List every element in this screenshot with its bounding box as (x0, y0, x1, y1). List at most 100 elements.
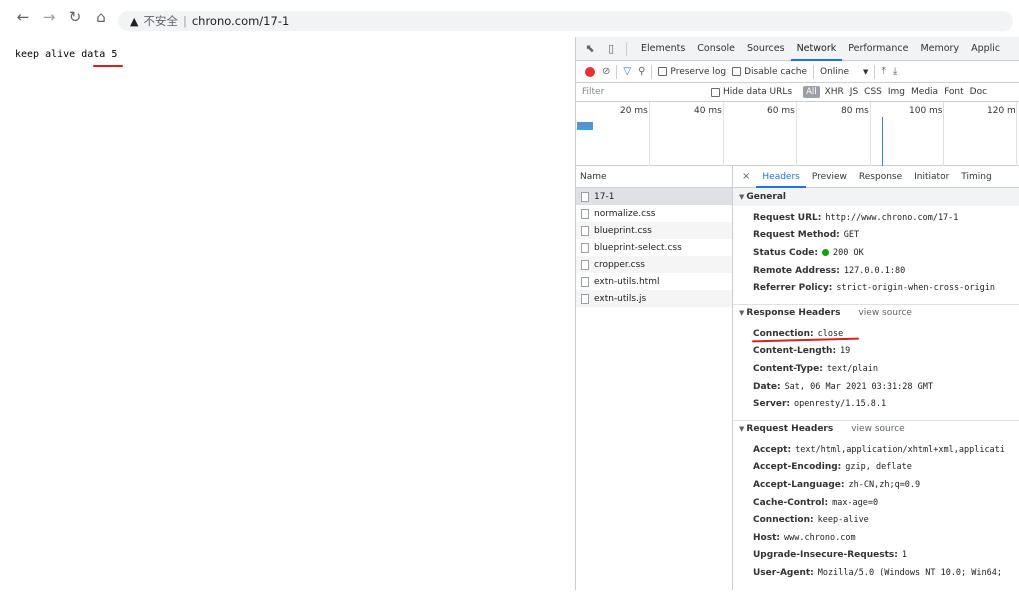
header-row: Request Method: GET (733, 227, 1019, 245)
clear-icon[interactable]: ⊘ (602, 66, 610, 77)
tab-network[interactable]: Network (790, 37, 843, 61)
tab-headers[interactable]: Headers (756, 166, 806, 188)
file-icon (581, 191, 589, 202)
tab-sources[interactable]: Sources (741, 37, 791, 61)
header-key: Connection: (753, 515, 814, 526)
checkbox-box[interactable] (711, 87, 720, 97)
header-row: Host: www.chrono.com (733, 529, 1019, 547)
tab-elements[interactable]: Elements (635, 37, 691, 61)
reload-icon[interactable]: ↻ (64, 6, 86, 28)
header-key: Accept: (753, 444, 792, 455)
device-toolbar-icon[interactable]: ▯ (604, 42, 618, 56)
header-row: Cache-Control: max-age=0 (733, 494, 1019, 512)
header-row: User-Agent: Mozilla/5.0 (Windows NT 10.0;… (733, 564, 1019, 582)
annotation-underline (93, 65, 123, 67)
tab-preview[interactable]: Preview (806, 166, 853, 188)
header-value: www.chrono.com (783, 532, 856, 543)
header-row: Accept: text/html,application/xhtml+xml,a… (733, 441, 1019, 459)
filter-type-media[interactable]: Media (911, 87, 938, 97)
detail-tab-bar: × Headers Preview Response Initiator Tim… (733, 166, 1019, 188)
disable-cache-checkbox[interactable]: Disable cache (732, 67, 807, 77)
timeline-tick-label: 40 ms (694, 106, 722, 116)
tab-response[interactable]: Response (853, 166, 908, 188)
header-value: http://www.chrono.com/17-1 (825, 212, 959, 223)
back-arrow-icon[interactable]: ← (12, 6, 34, 28)
header-row: Server: openresty/1.15.8.1 (733, 395, 1019, 413)
request-row[interactable]: normalize.css (576, 205, 732, 222)
network-controls: ⊘ ▽ ⚲ Preserve log Disable cache Online ▼… (576, 61, 1019, 83)
response-headers-section: Connection: close Content-Length: 19 Conte… (733, 322, 1019, 416)
request-row[interactable]: 17-1 (576, 188, 732, 205)
timeline-overview[interactable]: 20 ms 40 ms 60 ms 80 ms 100 ms 120 m (576, 102, 1019, 166)
request-row[interactable]: blueprint.css (576, 222, 732, 239)
tab-timing[interactable]: Timing (955, 166, 997, 188)
filter-type-all[interactable]: All (803, 86, 820, 98)
header-key: Remote Address: (753, 265, 840, 276)
filter-type-font[interactable]: Font (944, 87, 964, 97)
header-value: text/html,application/xhtml+xml,applicat… (795, 444, 1005, 455)
view-source-link[interactable]: view source (851, 424, 904, 434)
header-value: text/plain (826, 363, 878, 374)
chevron-down-icon: ▼ (863, 67, 869, 76)
export-har-icon[interactable]: ⤓ (893, 66, 897, 77)
throttle-select[interactable]: Online ▼ (820, 67, 868, 77)
tab-memory[interactable]: Memory (914, 37, 965, 61)
record-icon[interactable] (585, 66, 595, 77)
checkbox-box[interactable] (732, 67, 742, 76)
address-bar[interactable]: ▲ 不安全 | chrono.com/17-1 (118, 11, 1013, 31)
timeline-tick-label: 20 ms (620, 106, 648, 116)
close-icon[interactable]: × (742, 171, 750, 182)
preserve-log-label: Preserve log (670, 66, 727, 77)
filter-icon[interactable]: ▽ (623, 66, 631, 77)
hide-data-urls-checkbox[interactable]: Hide data URLs (711, 87, 792, 97)
tab-console[interactable]: Console (691, 37, 741, 61)
url-text[interactable]: chrono.com/17-1 (192, 14, 289, 28)
filter-type-js[interactable]: JS (850, 87, 858, 97)
response-headers-section-header[interactable]: ▼ Response Headers view source (733, 303, 1019, 322)
tab-application[interactable]: Applic (965, 37, 1006, 61)
file-icon (581, 242, 589, 253)
request-row[interactable]: extn-utils.html (576, 273, 732, 290)
expand-triangle-icon: ▼ (739, 425, 745, 434)
tab-performance[interactable]: Performance (842, 37, 914, 61)
request-headers-section-header[interactable]: ▼ Request Headers view source (733, 419, 1019, 438)
forward-arrow-icon[interactable]: → (38, 6, 60, 28)
search-icon[interactable]: ⚲ (638, 66, 645, 77)
file-icon (581, 276, 589, 287)
view-source-link[interactable]: view source (858, 308, 911, 318)
header-key: Status Code: (753, 247, 818, 258)
filter-input[interactable]: Filter (580, 85, 711, 100)
header-row: Date: Sat, 06 Mar 2021 03:31:28 GMT (733, 378, 1019, 396)
tab-initiator[interactable]: Initiator (908, 166, 955, 188)
header-value: Sat, 06 Mar 2021 03:31:28 GMT (784, 381, 933, 392)
inspect-element-icon[interactable]: ⬉ (583, 42, 597, 56)
warning-icon[interactable]: ▲ (130, 15, 138, 28)
disable-cache-label: Disable cache (744, 66, 808, 77)
header-key: Accept-Encoding: (753, 462, 842, 473)
header-key: Connection: (753, 328, 814, 339)
request-row[interactable]: blueprint-select.css (576, 239, 732, 256)
name-column-header[interactable]: Name (576, 166, 732, 188)
home-icon[interactable]: ⌂ (90, 6, 112, 28)
request-name: normalize.css (594, 208, 656, 219)
header-value: GET (843, 230, 860, 241)
request-row[interactable]: cropper.css (576, 256, 732, 273)
import-har-icon[interactable]: ⤒ (881, 66, 885, 77)
filter-type-img[interactable]: Img (888, 87, 905, 97)
page-body-text: keep alive data 5 (15, 49, 118, 60)
expand-triangle-icon: ▼ (739, 309, 745, 318)
header-key: Cache-Control: (753, 497, 829, 508)
devtools-panel: ⬉ ▯ Elements Console Sources Network Per… (575, 37, 1019, 590)
filter-type-doc[interactable]: Doc (970, 87, 987, 97)
request-row[interactable]: extn-utils.js (576, 290, 732, 307)
header-value: 200 OK (833, 247, 864, 258)
checkbox-box[interactable] (658, 67, 668, 76)
security-label[interactable]: 不安全 (143, 13, 178, 29)
filter-type-xhr[interactable]: XHR (825, 87, 844, 97)
dom-content-loaded-marker (882, 117, 883, 166)
divider (626, 41, 627, 56)
general-section-header[interactable]: ▼ General (733, 188, 1019, 206)
preserve-log-checkbox[interactable]: Preserve log (658, 67, 726, 77)
filter-type-css[interactable]: CSS (864, 87, 882, 97)
header-value: gzip, deflate (845, 462, 912, 473)
